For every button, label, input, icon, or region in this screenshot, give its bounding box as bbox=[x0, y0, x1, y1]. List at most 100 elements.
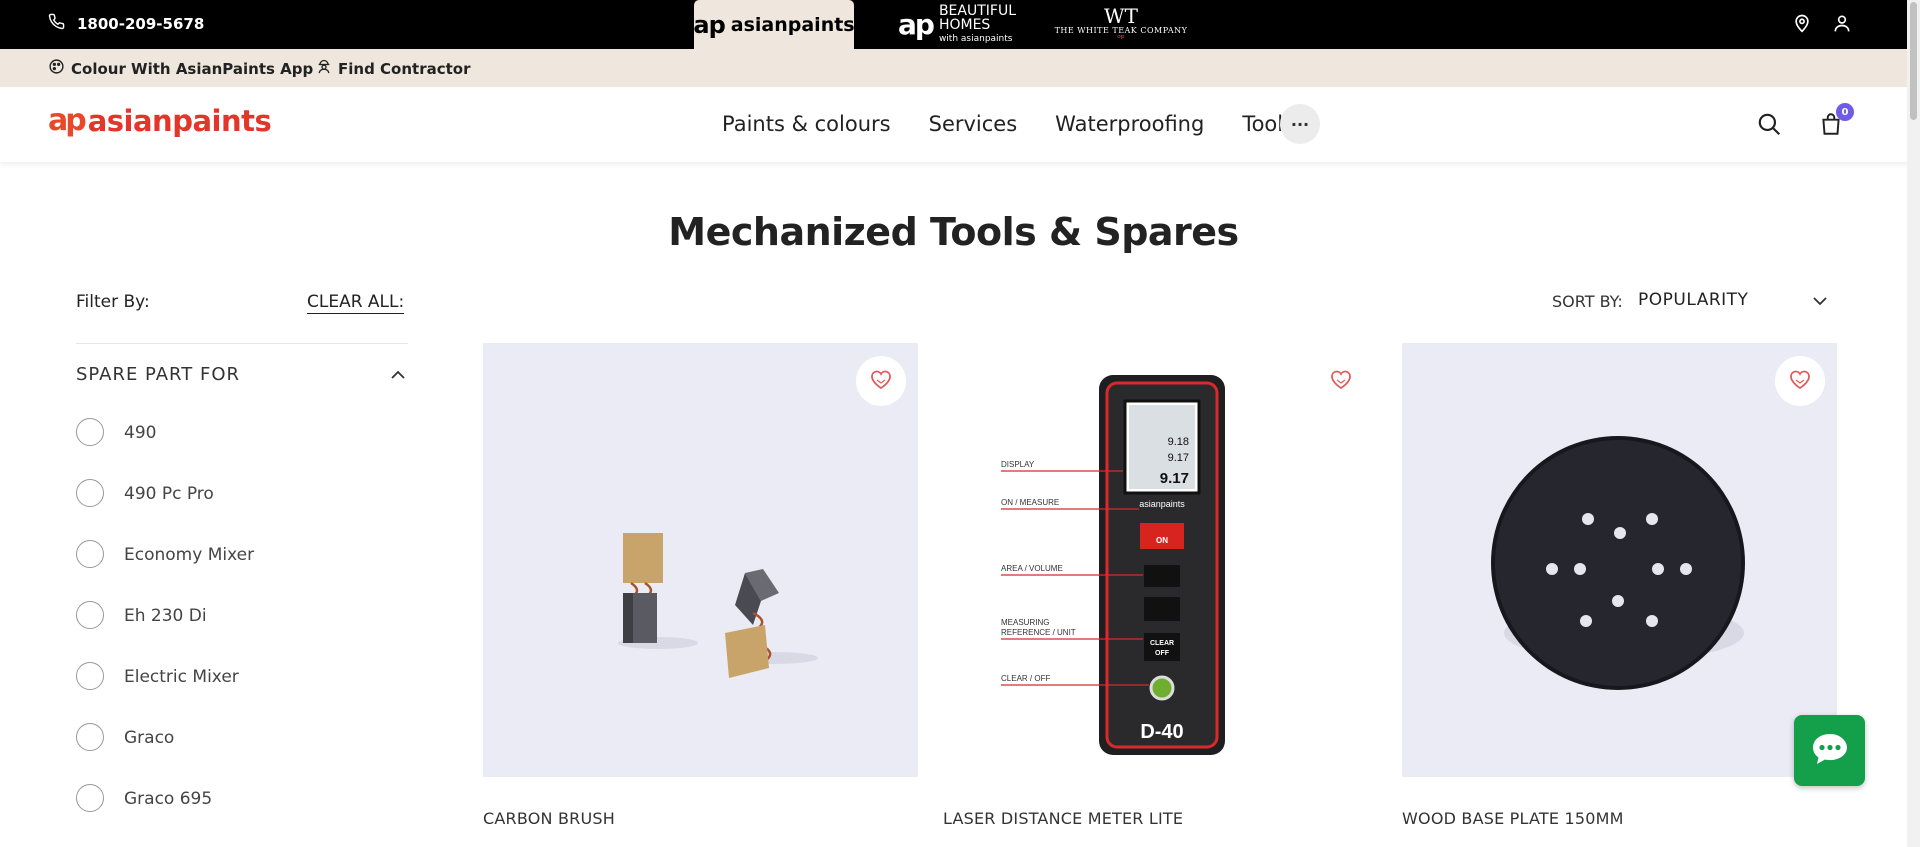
shopping-bag-icon bbox=[1818, 113, 1844, 141]
svg-text:DISPLAY: DISPLAY bbox=[1001, 460, 1035, 469]
scrollbar-thumb[interactable] bbox=[1910, 2, 1917, 120]
svg-text:REFERENCE / UNIT: REFERENCE / UNIT bbox=[1001, 628, 1076, 637]
product-image[interactable]: 9.18 9.17 9.17 asianpaints ON CLEAR OFF … bbox=[943, 343, 1378, 777]
radio-button[interactable] bbox=[76, 479, 104, 507]
brand-tab-white-teak[interactable]: WT THE WHITE TEAK COMPANY ᵒᵖ bbox=[1046, 0, 1196, 49]
filter-divider bbox=[76, 343, 408, 344]
filter-option-label: Electric Mixer bbox=[124, 667, 239, 687]
svg-text:9.17: 9.17 bbox=[1160, 470, 1189, 487]
product-card[interactable]: WOOD BASE PLATE 150MM bbox=[1402, 343, 1837, 828]
filter-option-label: Economy Mixer bbox=[124, 545, 255, 565]
filter-option[interactable]: 490 bbox=[76, 418, 254, 479]
product-image[interactable] bbox=[1402, 343, 1837, 777]
filter-section-title[interactable]: SPARE PART FOR bbox=[76, 364, 240, 385]
white-teak-logo-icon: WT bbox=[1104, 3, 1138, 28]
nav-item-waterproofing[interactable]: Waterproofing bbox=[1055, 112, 1204, 136]
sort-dropdown[interactable]: POPULARITY bbox=[1638, 290, 1748, 310]
filter-option-label: 490 Pc Pro bbox=[124, 484, 214, 504]
asianpaints-logo-icon: ap bbox=[48, 103, 87, 138]
chevron-down-icon[interactable] bbox=[1812, 292, 1828, 311]
ap-mini-icon: ᵒᵖ bbox=[1117, 33, 1125, 44]
find-contractor-link[interactable]: Find Contractor bbox=[316, 58, 470, 79]
svg-text:9.17: 9.17 bbox=[1168, 452, 1189, 464]
more-menu-button[interactable]: ··· bbox=[1280, 104, 1320, 144]
svg-text:asianpaints: asianpaints bbox=[1139, 499, 1185, 509]
nav-item-paints-colours[interactable]: Paints & colours bbox=[722, 112, 891, 136]
product-card[interactable]: CARBON BRUSH bbox=[483, 343, 918, 828]
svg-text:CLEAR / OFF: CLEAR / OFF bbox=[1001, 674, 1050, 683]
wishlist-button[interactable] bbox=[856, 356, 906, 406]
top-bar: 1800-209-5678 ap asianpaints ap BEAUTIFU… bbox=[0, 0, 1920, 49]
location-icon[interactable] bbox=[1792, 12, 1812, 38]
filter-option-list: 490 490 Pc Pro Economy Mixer Eh 230 Di E… bbox=[76, 418, 254, 845]
chat-bubble-icon bbox=[1810, 731, 1850, 771]
page-scrollbar[interactable] bbox=[1907, 0, 1920, 847]
svg-text:OFF: OFF bbox=[1155, 650, 1170, 657]
radio-button[interactable] bbox=[76, 418, 104, 446]
phone-icon bbox=[48, 13, 65, 34]
filter-by-label: Filter By: bbox=[76, 292, 150, 312]
wishlist-button[interactable] bbox=[1316, 356, 1366, 406]
svg-text:D-40: D-40 bbox=[1140, 721, 1183, 743]
radio-button[interactable] bbox=[76, 784, 104, 812]
filter-option-label: Eh 230 Di bbox=[124, 606, 207, 626]
chat-button[interactable] bbox=[1794, 715, 1865, 786]
filter-option[interactable]: Economy Mixer bbox=[76, 540, 254, 601]
asianpaints-logo-icon: ap bbox=[693, 10, 725, 39]
product-card[interactable]: 9.18 9.17 9.17 asianpaints ON CLEAR OFF … bbox=[943, 343, 1378, 828]
base-plate-illustration bbox=[1491, 436, 1745, 690]
product-image[interactable] bbox=[483, 343, 918, 777]
radio-button[interactable] bbox=[76, 662, 104, 690]
svg-text:MEASURING: MEASURING bbox=[1001, 618, 1049, 627]
filter-option-label: Graco 695 bbox=[124, 789, 213, 809]
product-name[interactable]: WOOD BASE PLATE 150MM bbox=[1402, 809, 1837, 828]
filter-option[interactable]: Eh 230 Di bbox=[76, 601, 254, 662]
clear-all-button[interactable]: CLEAR ALL: bbox=[307, 292, 405, 314]
radio-button[interactable] bbox=[76, 601, 104, 629]
filter-option[interactable]: Graco bbox=[76, 723, 254, 784]
brand-switcher: ap asianpaints ap BEAUTIFUL HOMES with a… bbox=[693, 0, 1196, 49]
product-name[interactable]: CARBON BRUSH bbox=[483, 809, 918, 828]
phone-number: 1800-209-5678 bbox=[77, 14, 205, 33]
cart-button[interactable]: 0 bbox=[1818, 103, 1854, 141]
phone-link[interactable]: 1800-209-5678 bbox=[48, 13, 204, 34]
filter-option[interactable]: Electric Mixer bbox=[76, 662, 254, 723]
brand-label: BEAUTIFUL HOMES with asianpaints bbox=[938, 2, 1016, 44]
filter-option[interactable]: 490 Pc Pro bbox=[76, 479, 254, 540]
svg-text:9.18: 9.18 bbox=[1168, 436, 1189, 448]
wishlist-button[interactable] bbox=[1775, 356, 1825, 406]
laser-meter-illustration: 9.18 9.17 9.17 asianpaints ON CLEAR OFF … bbox=[1001, 375, 1225, 755]
radio-button[interactable] bbox=[76, 540, 104, 568]
nav-menu: Paints & colours Services Waterproofing … bbox=[722, 112, 1294, 136]
carbon-brush-illustration bbox=[618, 533, 818, 678]
nav-item-services[interactable]: Services bbox=[929, 112, 1018, 136]
beautiful-homes-logo-icon: ap bbox=[898, 8, 935, 41]
contractor-icon bbox=[316, 58, 332, 79]
asianpaints-logo[interactable]: ap asianpaints bbox=[48, 103, 272, 138]
brand-tab-asianpaints[interactable]: ap asianpaints bbox=[693, 0, 855, 49]
brand-label: asianpaints bbox=[730, 13, 855, 36]
colour-app-link[interactable]: Colour With AsianPaints App bbox=[48, 58, 313, 79]
colour-app-label: Colour With AsianPaints App bbox=[71, 59, 314, 78]
svg-text:AREA / VOLUME: AREA / VOLUME bbox=[1001, 564, 1063, 573]
palette-icon bbox=[48, 58, 65, 79]
heart-icon bbox=[1788, 368, 1812, 394]
sort-by-label: SORT BY: bbox=[1552, 292, 1623, 311]
chevron-up-icon[interactable] bbox=[390, 366, 406, 385]
heart-icon bbox=[869, 368, 893, 394]
user-icon[interactable] bbox=[1832, 12, 1852, 38]
svg-text:CLEAR: CLEAR bbox=[1150, 640, 1174, 647]
utility-bar: Colour With AsianPaints App Find Contrac… bbox=[0, 49, 1920, 87]
logo-text: asianpaints bbox=[87, 103, 272, 138]
filter-option-label: 490 bbox=[124, 423, 157, 443]
radio-button[interactable] bbox=[76, 723, 104, 751]
main-navigation: ap asianpaints Paints & colours Services… bbox=[0, 87, 1920, 162]
brand-tab-beautiful-homes[interactable]: ap BEAUTIFUL HOMES with asianpaints bbox=[882, 0, 1032, 49]
find-contractor-label: Find Contractor bbox=[338, 59, 471, 78]
filter-option[interactable]: Graco 695 bbox=[76, 784, 254, 845]
cart-count-badge: 0 bbox=[1836, 103, 1854, 121]
svg-text:ON: ON bbox=[1156, 536, 1168, 545]
product-name[interactable]: LASER DISTANCE METER LITE bbox=[943, 809, 1378, 828]
search-icon[interactable] bbox=[1756, 111, 1782, 141]
svg-text:ON / MEASURE: ON / MEASURE bbox=[1001, 498, 1059, 507]
